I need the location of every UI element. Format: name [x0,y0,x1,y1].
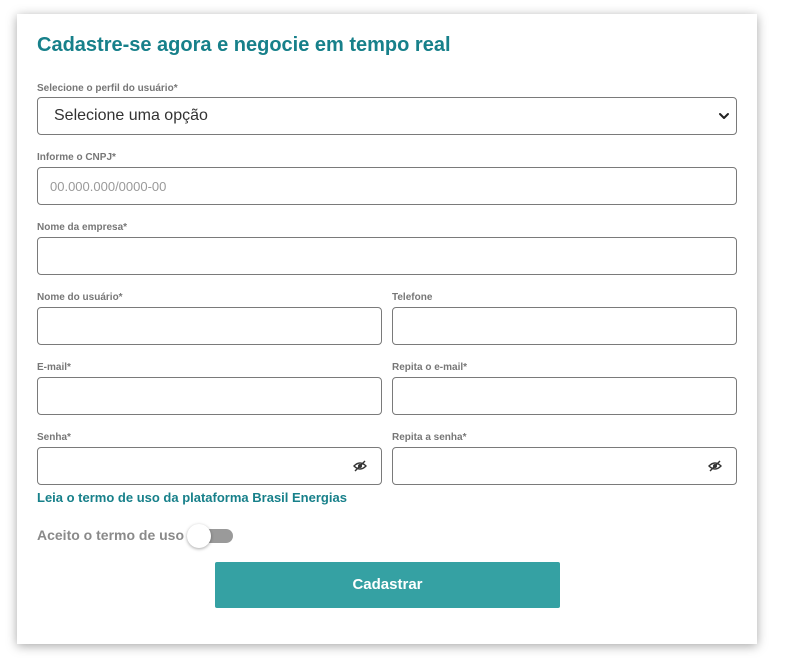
accept-terms-toggle[interactable] [187,524,233,548]
profile-label: Selecione o perfil do usuário* [37,83,178,94]
signup-card: Cadastre-se agora e negocie em tempo rea… [17,14,757,644]
profile-select-value: Selecione uma opção [54,107,208,124]
company-name-input[interactable] [37,237,737,275]
username-input[interactable] [37,307,382,345]
password-confirm-label: Repita a senha* [392,432,467,443]
submit-button[interactable]: Cadastrar [215,562,560,608]
eye-slash-icon[interactable] [353,460,367,472]
email-confirm-input[interactable] [392,377,737,415]
username-label: Nome do usuário* [37,292,123,303]
password-label: Senha* [37,432,71,443]
email-label: E-mail* [37,362,71,373]
password-confirm-input[interactable] [392,447,737,485]
phone-input[interactable] [392,307,737,345]
cnpj-placeholder: 00.000.000/0000-00 [50,179,167,194]
profile-select[interactable]: Selecione uma opção [37,97,737,135]
toggle-knob [187,524,211,548]
email-input[interactable] [37,377,382,415]
phone-label: Telefone [392,292,433,303]
company-label: Nome da empresa* [37,222,128,233]
eye-slash-icon[interactable] [708,460,722,472]
terms-of-use-link[interactable]: Leia o termo de uso da plataforma Brasil… [37,490,347,505]
email-confirm-label: Repita o e-mail* [392,362,468,373]
password-input[interactable] [37,447,382,485]
form-title: Cadastre-se agora e negocie em tempo rea… [37,34,451,56]
accept-terms-label: Aceito o termo de uso [37,527,185,543]
cnpj-input[interactable]: 00.000.000/0000-00 [37,167,737,205]
chevron-down-icon [719,113,729,119]
cnpj-label: Informe o CNPJ* [37,152,116,163]
